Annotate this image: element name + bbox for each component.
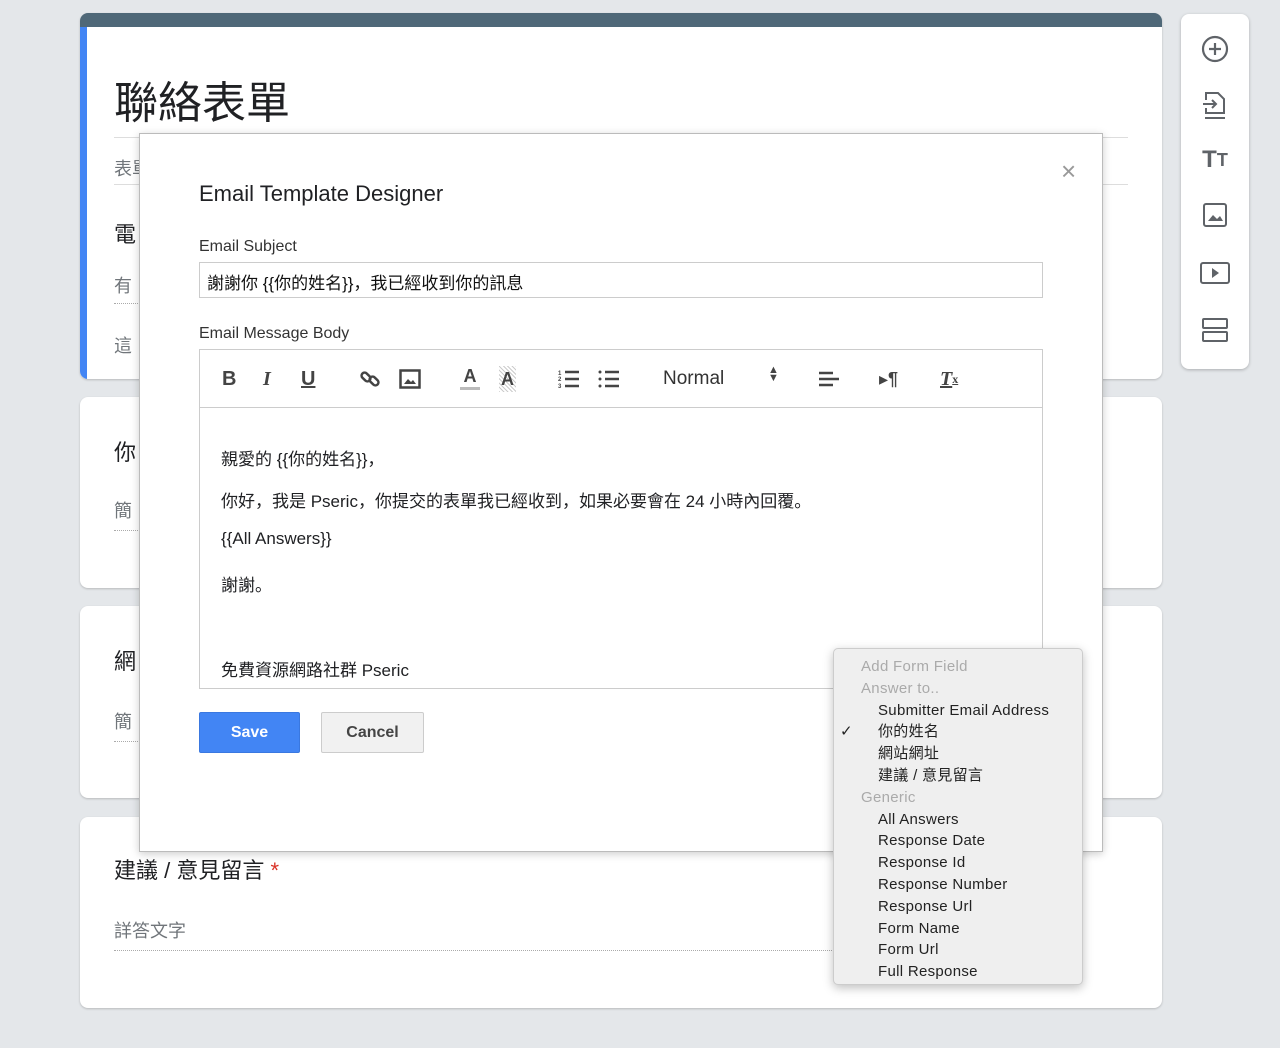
menu-item[interactable]: Response Number <box>834 874 1082 896</box>
background-color-icon[interactable]: A <box>499 366 516 392</box>
dialog-title: Email Template Designer <box>199 181 444 206</box>
menu-item[interactable]: Form Url <box>834 939 1082 961</box>
chevron-updown-icon[interactable]: ▲ ▼ <box>768 365 779 392</box>
form-title: 聯絡表單 <box>114 79 290 128</box>
menu-item[interactable]: All Answers <box>834 809 1082 831</box>
close-icon[interactable]: × <box>1061 156 1076 187</box>
link-icon[interactable] <box>359 366 381 392</box>
video-icon[interactable] <box>1200 258 1230 288</box>
menu-item[interactable]: Submitter Email Address <box>834 700 1082 722</box>
answer-placeholder: 簡 <box>114 712 132 732</box>
text-direction-icon[interactable]: ▸¶ <box>879 366 898 392</box>
editor-toolbar: B I U A A 123 Normal ▲ ▼ ▸¶ Tx <box>200 350 1042 408</box>
import-icon[interactable] <box>1200 90 1230 120</box>
image-icon[interactable] <box>1200 200 1230 230</box>
form-toolbar: TT <box>1181 14 1249 369</box>
bullet-list-icon[interactable] <box>598 366 620 392</box>
menu-header: Add Form Field <box>861 658 968 675</box>
menu-item[interactable]: Form Name <box>834 918 1082 940</box>
bold-icon[interactable]: B <box>222 366 236 392</box>
body-line: 免費資源網路社群 Pseric <box>221 661 409 680</box>
answer-placeholder: 詳答文字 <box>114 921 186 941</box>
subject-input[interactable]: 謝謝你 {{你的姓名}}，我已經收到你的訊息 <box>199 262 1043 298</box>
menu-item-label: 你的姓名 <box>878 723 940 741</box>
question-title-text: 建議 / 意見留言 <box>114 858 265 883</box>
menu-item[interactable]: Full Response <box>834 961 1082 983</box>
question-title: 網 <box>114 649 137 674</box>
align-icon[interactable] <box>819 366 839 392</box>
text-color-icon[interactable]: A <box>460 366 480 392</box>
image-icon[interactable] <box>399 366 421 392</box>
svg-text:3: 3 <box>558 384 562 389</box>
menu-item[interactable]: 網站網址 <box>834 743 1082 765</box>
question-title: 電 <box>114 222 137 247</box>
subject-label: Email Subject <box>199 238 297 255</box>
title-icon[interactable]: TT <box>1200 145 1230 175</box>
svg-text:2: 2 <box>558 377 562 383</box>
answer-placeholder: 簡 <box>114 501 132 521</box>
body-line: 你好，我是 Pseric，你提交的表單我已經收到，如果必要會在 24 小時內回覆… <box>221 492 812 511</box>
menu-item[interactable]: Response Id <box>834 852 1082 874</box>
question-title: 你 <box>114 440 137 465</box>
body-line: 謝謝。 <box>221 576 272 595</box>
italic-icon[interactable]: I <box>263 366 271 392</box>
question-title: 建議 / 意見留言 * <box>114 853 279 885</box>
section-icon[interactable] <box>1200 315 1230 345</box>
menu-item[interactable]: 建議 / 意見留言 <box>834 765 1082 787</box>
clear-format-icon[interactable]: Tx <box>940 366 958 392</box>
editor-body[interactable]: 親愛的 {{你的姓名}}， 你好，我是 Pseric，你提交的表單我已經收到，如… <box>200 408 1042 680</box>
menu-group-generic: Generic <box>861 788 916 806</box>
menu-item[interactable]: Response Date <box>834 830 1082 852</box>
rich-text-editor[interactable]: B I U A A 123 Normal ▲ ▼ ▸¶ Tx 親愛的 {{你的姓名… <box>199 349 1043 689</box>
body-label: Email Message Body <box>199 325 350 342</box>
checkmark-icon: ✓ <box>840 723 853 741</box>
menu-item-selected[interactable]: ✓ 你的姓名 <box>834 721 1082 743</box>
required-mark: * <box>270 858 280 883</box>
add-circle-icon[interactable] <box>1200 34 1230 64</box>
question-text: 有 <box>114 276 132 296</box>
underline-icon[interactable]: U <box>301 366 315 392</box>
divider <box>114 950 834 951</box>
question-text: 這 <box>114 336 132 356</box>
menu-item[interactable]: Response Url <box>834 896 1082 918</box>
body-line: {{All Answers}} <box>221 529 332 548</box>
cancel-button[interactable]: Cancel <box>321 712 424 753</box>
body-line: 親愛的 {{你的姓名}}， <box>221 450 385 469</box>
format-select[interactable]: Normal <box>663 366 724 392</box>
save-button[interactable]: Save <box>199 712 300 753</box>
add-form-field-menu: Add Form Field Answer to.. Submitter Ema… <box>833 648 1083 985</box>
menu-group-answers: Answer to.. <box>861 679 940 697</box>
ordered-list-icon[interactable]: 123 <box>558 366 580 392</box>
